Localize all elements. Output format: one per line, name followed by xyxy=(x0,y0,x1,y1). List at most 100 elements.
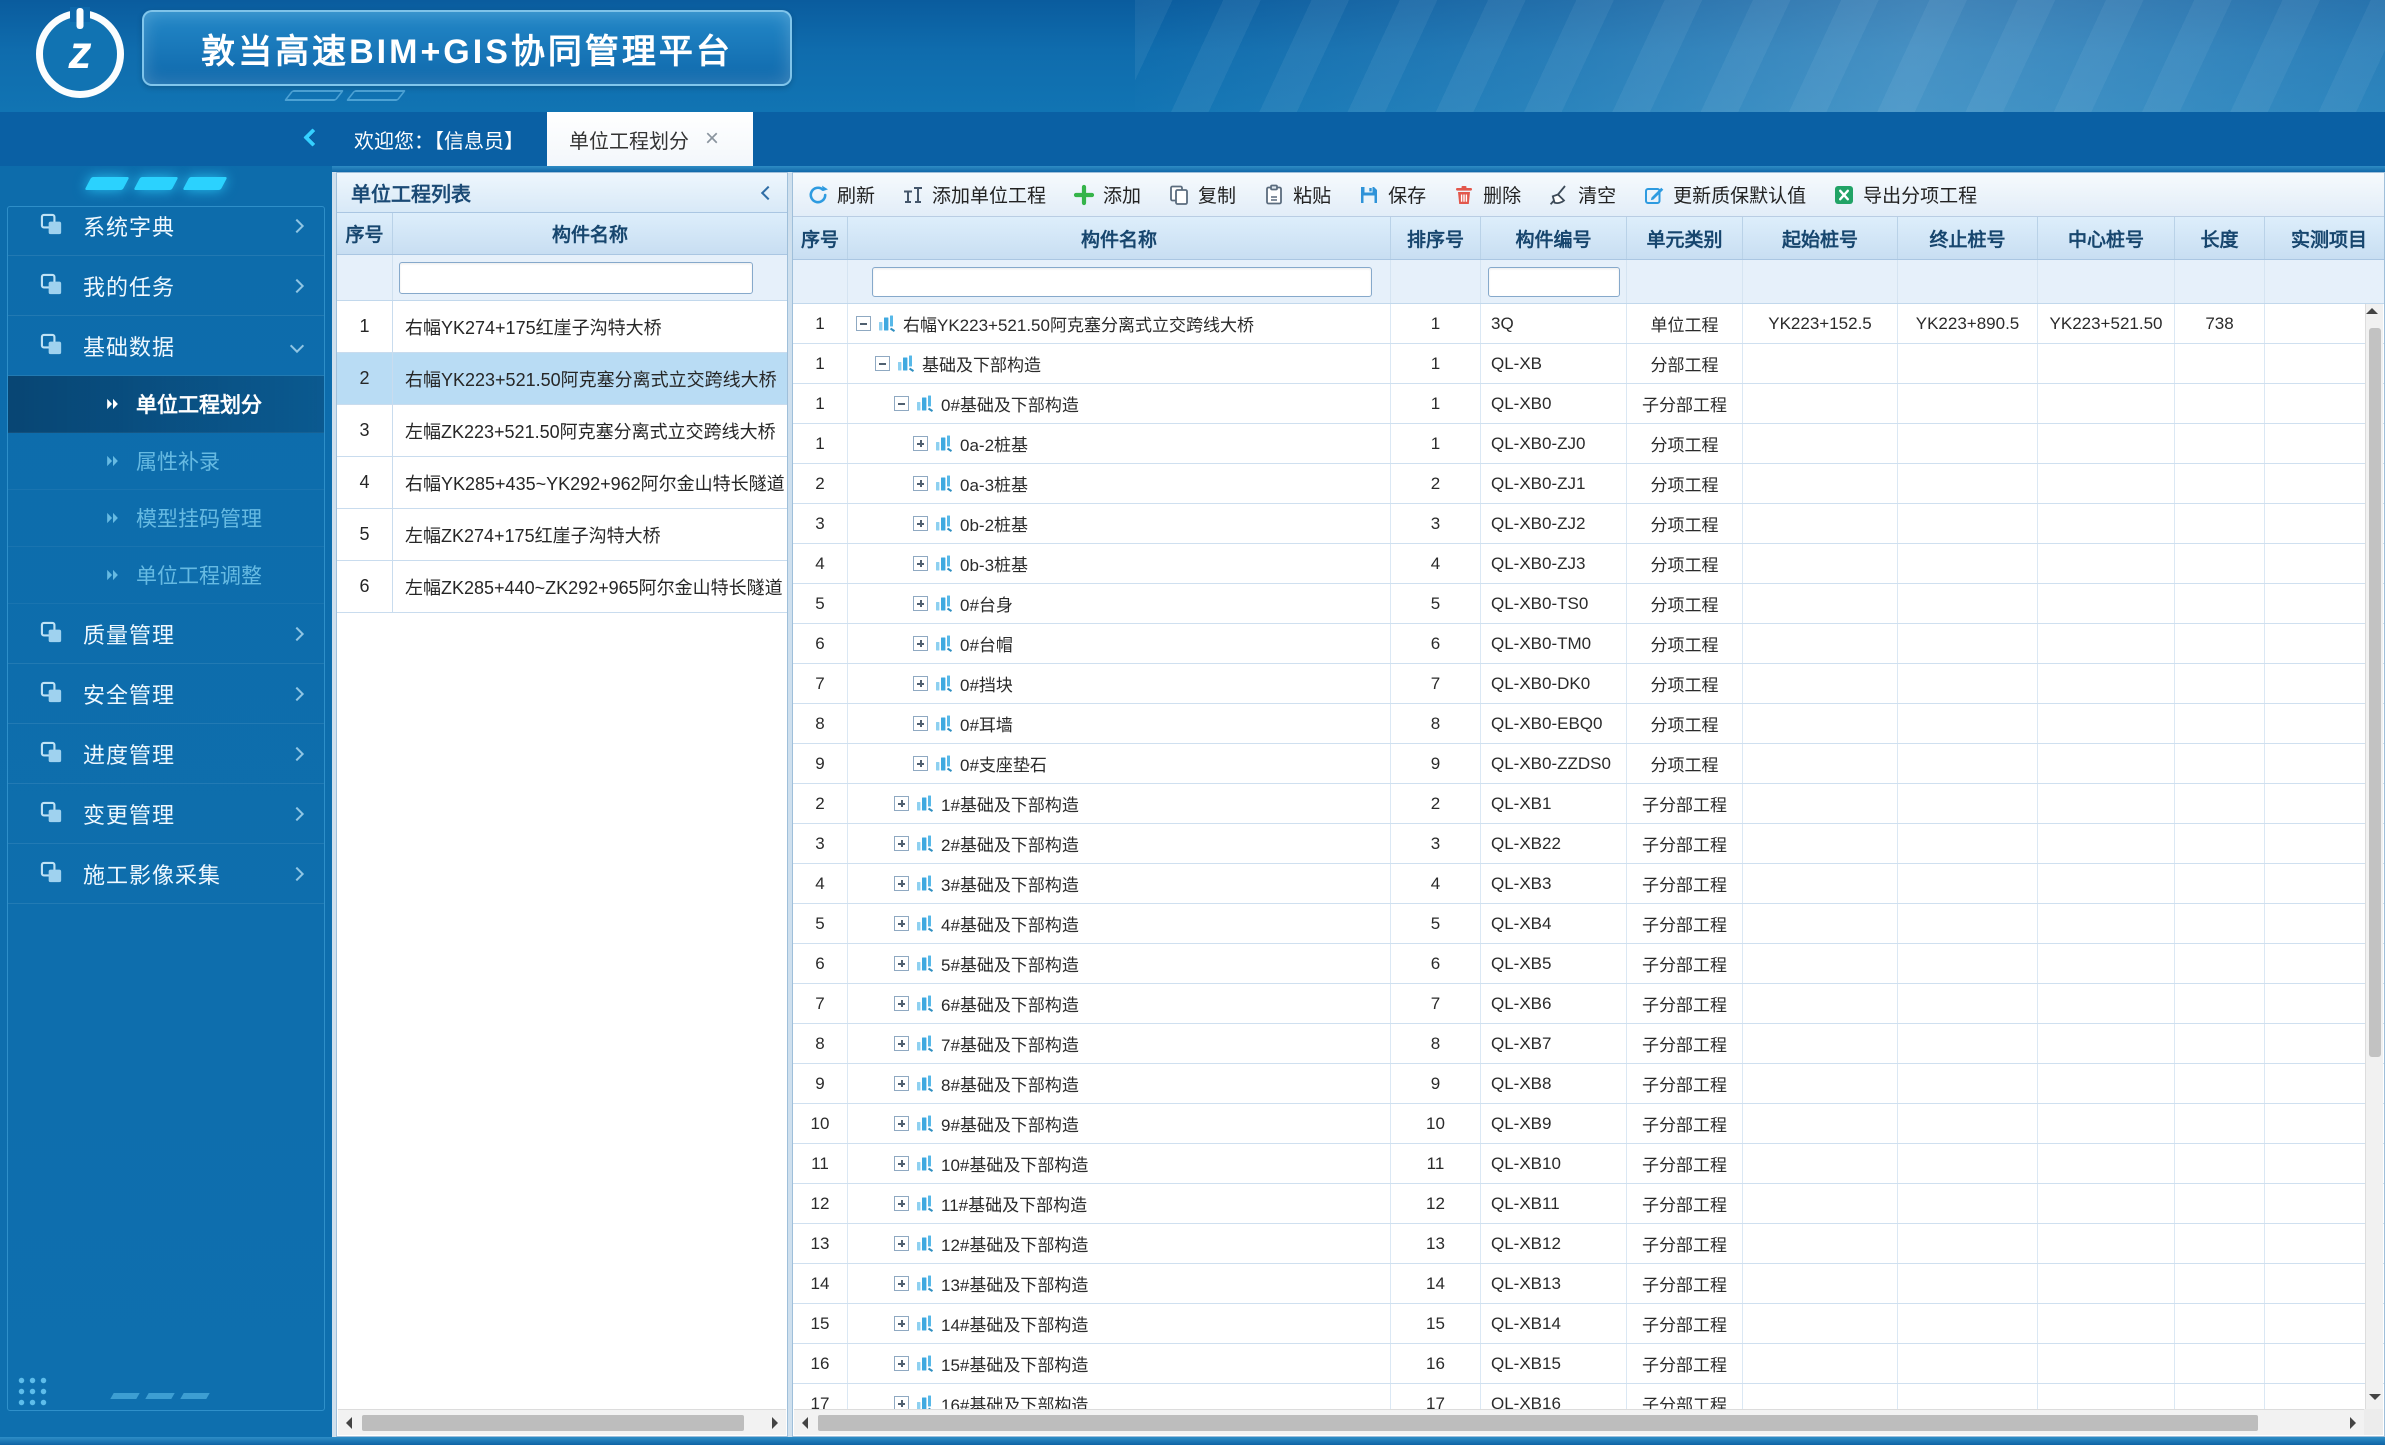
hscroll-right-icon[interactable] xyxy=(764,1417,786,1429)
vscroll-thumb[interactable] xyxy=(2369,328,2381,1057)
sidebar-item-quality-management[interactable]: 质量管理 xyxy=(8,604,324,664)
expand-toggle-icon[interactable] xyxy=(894,916,909,931)
expand-toggle-icon[interactable] xyxy=(894,1116,909,1131)
sidebar-item-unit-project-division[interactable]: 单位工程划分 xyxy=(8,376,324,433)
expand-toggle-icon[interactable] xyxy=(894,796,909,811)
unit-list-name-filter-input[interactable] xyxy=(399,262,753,294)
expand-toggle-icon[interactable] xyxy=(894,996,909,1011)
table-row[interactable]: 70#挡块7QL-XB0-DK0分项工程 xyxy=(793,664,2385,704)
sidebar-item-system-dictionary[interactable]: 系统字典 xyxy=(8,196,324,256)
hscroll-right-icon[interactable] xyxy=(2342,1417,2364,1429)
expand-toggle-icon[interactable] xyxy=(913,756,928,771)
expand-toggle-icon[interactable] xyxy=(894,1316,909,1331)
hscroll-thumb[interactable] xyxy=(818,1415,2258,1431)
expand-toggle-icon[interactable] xyxy=(894,836,909,851)
table-row[interactable]: 76#基础及下部构造7QL-XB6子分部工程 xyxy=(793,984,2385,1024)
export-subitem-project-button[interactable]: 导出分项工程 xyxy=(1833,181,1977,208)
vscroll-down-icon[interactable] xyxy=(2366,1387,2384,1407)
expand-toggle-icon[interactable] xyxy=(894,1236,909,1251)
sidebar-item-change-management[interactable]: 变更管理 xyxy=(8,784,324,844)
table-row[interactable]: 87#基础及下部构造8QL-XB7子分部工程 xyxy=(793,1024,2385,1064)
table-row[interactable]: 21#基础及下部构造2QL-XB1子分部工程 xyxy=(793,784,2385,824)
expand-toggle-icon[interactable] xyxy=(913,676,928,691)
expand-toggle-icon[interactable] xyxy=(913,636,928,651)
tab-unit-project-division[interactable]: 单位工程划分 × xyxy=(547,112,753,166)
table-row[interactable]: 1514#基础及下部构造15QL-XB14子分部工程 xyxy=(793,1304,2385,1344)
sidebar-item-progress-management[interactable]: 进度管理 xyxy=(8,724,324,784)
expand-toggle-icon[interactable] xyxy=(894,1156,909,1171)
unit-list-row[interactable]: 6左幅ZK285+440~ZK292+965阿尔金山特长隧道 xyxy=(337,561,787,613)
expand-toggle-icon[interactable] xyxy=(894,876,909,891)
hscroll-left-icon[interactable] xyxy=(794,1417,816,1429)
table-row[interactable]: 90#支座垫石9QL-XB0-ZZDS0分项工程 xyxy=(793,744,2385,784)
unit-list-row[interactable]: 2右幅YK223+521.50阿克塞分离式立交跨线大桥 xyxy=(337,353,787,405)
unit-list-row[interactable]: 4右幅YK285+435~YK292+962阿尔金山特长隧道 xyxy=(337,457,787,509)
table-row[interactable]: 30b-2桩基3QL-XB0-ZJ2分项工程 xyxy=(793,504,2385,544)
unit-list-row[interactable]: 5左幅ZK274+175红崖子沟特大桥 xyxy=(337,509,787,561)
table-row[interactable]: 10#基础及下部构造1QL-XB0子分部工程 xyxy=(793,384,2385,424)
expand-toggle-icon[interactable] xyxy=(913,516,928,531)
panel-collapse-icon[interactable] xyxy=(763,188,773,198)
table-row[interactable]: 32#基础及下部构造3QL-XB22子分部工程 xyxy=(793,824,2385,864)
vscroll-up-icon[interactable] xyxy=(2366,306,2384,326)
expand-toggle-icon[interactable] xyxy=(894,1396,909,1410)
table-row[interactable]: 1110#基础及下部构造11QL-XB10子分部工程 xyxy=(793,1144,2385,1184)
table-row[interactable]: 1615#基础及下部构造16QL-XB15子分部工程 xyxy=(793,1344,2385,1384)
expand-toggle-icon[interactable] xyxy=(913,556,928,571)
tab-close-icon[interactable]: × xyxy=(705,127,719,151)
tab-scroll-left-icon[interactable] xyxy=(306,131,319,149)
unit-list-row[interactable]: 3左幅ZK223+521.50阿克塞分离式立交跨线大桥 xyxy=(337,405,787,457)
hscroll-left-icon[interactable] xyxy=(338,1417,360,1429)
expand-toggle-icon[interactable] xyxy=(913,476,928,491)
sidebar-item-safety-management[interactable]: 安全管理 xyxy=(8,664,324,724)
expand-toggle-icon[interactable] xyxy=(894,1276,909,1291)
paste-button[interactable]: 粘贴 xyxy=(1263,181,1331,208)
table-row[interactable]: 98#基础及下部构造9QL-XB8子分部工程 xyxy=(793,1064,2385,1104)
tab-welcome[interactable]: 欢迎您：【信息员】 xyxy=(354,112,524,166)
hscroll-thumb[interactable] xyxy=(362,1415,744,1431)
collapse-toggle-icon[interactable] xyxy=(856,316,871,331)
expand-toggle-icon[interactable] xyxy=(894,956,909,971)
table-row[interactable]: 50#台身5QL-XB0-TS0分项工程 xyxy=(793,584,2385,624)
sidebar-item-model-code-management[interactable]: 模型挂码管理 xyxy=(8,490,324,547)
add-button[interactable]: 添加 xyxy=(1073,181,1141,208)
sidebar-item-attribute-supplement[interactable]: 属性补录 xyxy=(8,433,324,490)
expand-toggle-icon[interactable] xyxy=(894,1076,909,1091)
collapse-toggle-icon[interactable] xyxy=(894,396,909,411)
sidebar-item-basic-data[interactable]: 基础数据 xyxy=(8,316,324,376)
save-button[interactable]: 保存 xyxy=(1358,181,1426,208)
table-row[interactable]: 1413#基础及下部构造14QL-XB13子分部工程 xyxy=(793,1264,2385,1304)
expand-toggle-icon[interactable] xyxy=(894,1036,909,1051)
unit-list-row[interactable]: 1右幅YK274+175红崖子沟特大桥 xyxy=(337,301,787,353)
table-row[interactable]: 40b-3桩基4QL-XB0-ZJ3分项工程 xyxy=(793,544,2385,584)
component-name-filter-input[interactable] xyxy=(872,267,1372,297)
table-row[interactable]: 109#基础及下部构造10QL-XB9子分部工程 xyxy=(793,1104,2385,1144)
delete-button[interactable]: 删除 xyxy=(1453,181,1521,208)
copy-button[interactable]: 复制 xyxy=(1168,181,1236,208)
expand-toggle-icon[interactable] xyxy=(913,596,928,611)
sidebar-item-construction-image-capture[interactable]: 施工影像采集 xyxy=(8,844,324,904)
component-code-filter-input[interactable] xyxy=(1488,267,1620,297)
table-row[interactable]: 1211#基础及下部构造12QL-XB11子分部工程 xyxy=(793,1184,2385,1224)
table-row[interactable]: 54#基础及下部构造5QL-XB4子分部工程 xyxy=(793,904,2385,944)
refresh-button[interactable]: 刷新 xyxy=(807,181,875,208)
table-row[interactable]: 65#基础及下部构造6QL-XB5子分部工程 xyxy=(793,944,2385,984)
table-row[interactable]: 60#台帽6QL-XB0-TM0分项工程 xyxy=(793,624,2385,664)
table-row[interactable]: 80#耳墙8QL-XB0-EBQ0分项工程 xyxy=(793,704,2385,744)
collapse-toggle-icon[interactable] xyxy=(875,356,890,371)
expand-toggle-icon[interactable] xyxy=(894,1196,909,1211)
table-row[interactable]: 20a-3桩基2QL-XB0-ZJ1分项工程 xyxy=(793,464,2385,504)
table-row[interactable]: 1716#基础及下部构造17QL-XB16子分部工程 xyxy=(793,1384,2385,1410)
table-row[interactable]: 43#基础及下部构造4QL-XB3子分部工程 xyxy=(793,864,2385,904)
clear-button[interactable]: 清空 xyxy=(1548,181,1616,208)
table-row[interactable]: 10a-2桩基1QL-XB0-ZJ0分项工程 xyxy=(793,424,2385,464)
sidebar-item-unit-project-adjustment[interactable]: 单位工程调整 xyxy=(8,547,324,604)
update-quality-default-button[interactable]: 更新质保默认值 xyxy=(1643,181,1806,208)
expand-toggle-icon[interactable] xyxy=(913,436,928,451)
expand-toggle-icon[interactable] xyxy=(913,716,928,731)
table-row[interactable]: 1右幅YK223+521.50阿克塞分离式立交跨线大桥13Q单位工程YK223+… xyxy=(793,304,2385,344)
table-row[interactable]: 1312#基础及下部构造13QL-XB12子分部工程 xyxy=(793,1224,2385,1264)
add-unit-project-button[interactable]: 添加单位工程 xyxy=(902,181,1046,208)
sidebar-item-my-tasks[interactable]: 我的任务 xyxy=(8,256,324,316)
expand-toggle-icon[interactable] xyxy=(894,1356,909,1371)
